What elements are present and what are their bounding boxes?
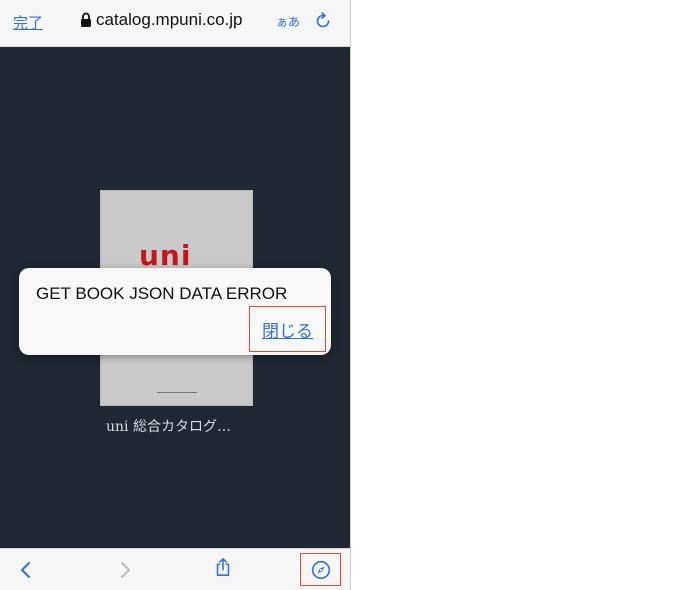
forward-chevron-icon[interactable] bbox=[115, 560, 135, 580]
error-dialog: GET BOOK JSON DATA ERROR 閉じる bbox=[19, 268, 331, 355]
open-in-safari-button[interactable] bbox=[300, 553, 341, 586]
browser-address-bar: 完了 catalog.mpuni.co.jp ぁあ bbox=[0, 0, 350, 47]
compass-icon bbox=[311, 560, 330, 579]
book-cover-footer bbox=[101, 389, 252, 394]
lock-icon bbox=[81, 12, 91, 27]
back-chevron-icon[interactable] bbox=[16, 560, 36, 580]
share-icon[interactable] bbox=[213, 557, 233, 577]
url-field[interactable]: catalog.mpuni.co.jp bbox=[80, 10, 242, 30]
text-size-button[interactable]: ぁあ bbox=[276, 13, 300, 30]
error-message: GET BOOK JSON DATA ERROR bbox=[36, 284, 288, 303]
close-button[interactable]: 閉じる bbox=[249, 306, 326, 352]
reload-icon[interactable] bbox=[314, 12, 332, 30]
phone-screen: 完了 catalog.mpuni.co.jp ぁあ uni uni 総合カタログ… bbox=[0, 0, 351, 590]
book-title[interactable]: uni 総合カタログ… bbox=[106, 416, 231, 436]
close-button-label: 閉じる bbox=[262, 321, 313, 342]
done-button[interactable]: 完了 bbox=[13, 12, 43, 33]
url-text: catalog.mpuni.co.jp bbox=[96, 10, 243, 29]
browser-toolbar bbox=[0, 548, 350, 590]
